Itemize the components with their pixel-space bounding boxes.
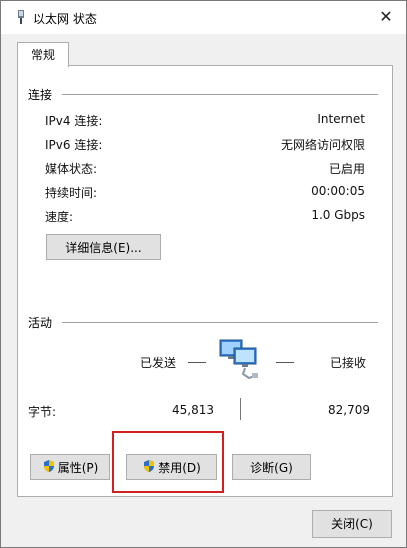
sent-dash	[188, 362, 206, 363]
title-bar[interactable]: 以太网 状态 ✕	[1, 1, 406, 34]
network-computers-icon	[216, 334, 266, 387]
speed-label: 速度:	[45, 210, 74, 224]
tab-general[interactable]: 常规	[17, 42, 69, 67]
tab-panel-general: 连接 IPv4 连接: Internet IPv6 连接: 无网络访问权限 媒体…	[17, 65, 393, 497]
received-label: 已接收	[330, 356, 367, 370]
connection-heading: 连接	[28, 88, 53, 102]
uac-shield-icon	[142, 456, 156, 482]
window-title: 以太网 状态	[33, 12, 97, 26]
media-state-value: 已启用	[328, 162, 365, 176]
properties-button[interactable]: 属性(P)	[30, 454, 110, 480]
ethernet-status-window: 以太网 状态 ✕ 常规 连接 IPv4 连接: Internet IPv6 连接…	[0, 0, 407, 548]
duration-label: 持续时间:	[45, 186, 98, 200]
disable-label: 禁用(D)	[158, 461, 201, 475]
bytes-sent-value: 45,813	[172, 403, 214, 417]
bytes-separator	[240, 398, 241, 420]
activity-heading: 活动	[28, 316, 53, 330]
duration-value: 00:00:05	[311, 184, 365, 198]
bytes-label: 字节:	[28, 405, 57, 419]
received-dash	[276, 362, 294, 363]
disable-button[interactable]: 禁用(D)	[126, 454, 217, 480]
speed-value: 1.0 Gbps	[311, 208, 365, 222]
sent-label: 已发送	[140, 356, 177, 370]
close-button[interactable]: 关闭(C)	[312, 510, 392, 538]
diagnose-button[interactable]: 诊断(G)	[232, 454, 311, 480]
uac-shield-icon	[42, 456, 56, 482]
tab-strip: 常规	[9, 38, 398, 67]
bytes-received-value: 82,709	[328, 403, 370, 417]
close-icon[interactable]: ✕	[376, 7, 396, 27]
media-state-label: 媒体状态:	[45, 162, 98, 176]
ipv4-label: IPv4 连接:	[45, 114, 103, 128]
details-button[interactable]: 详细信息(E)...	[46, 234, 161, 260]
ipv6-value: 无网络访问权限	[280, 138, 365, 152]
network-adapter-icon	[15, 10, 27, 24]
properties-label: 属性(P)	[57, 461, 99, 475]
connection-divider	[62, 94, 378, 95]
ipv4-value: Internet	[317, 112, 365, 126]
ipv6-label: IPv6 连接:	[45, 138, 103, 152]
activity-divider	[62, 322, 378, 323]
